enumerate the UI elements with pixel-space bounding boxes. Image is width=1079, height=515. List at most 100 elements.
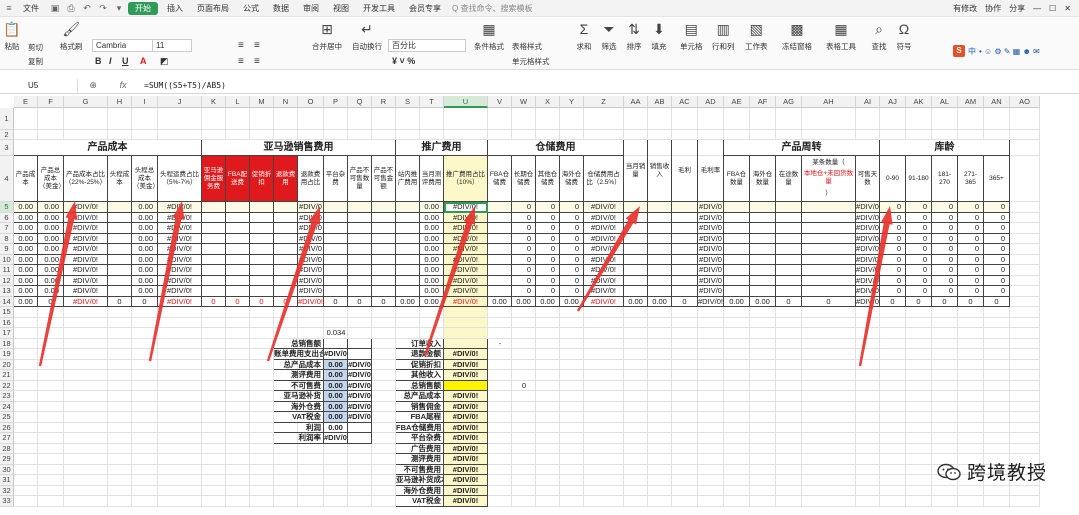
data-cell-m-5[interactable]: [250, 202, 274, 213]
data-cell-m-13[interactable]: [250, 286, 274, 297]
grid-cell[interactable]: [584, 130, 624, 140]
symbol-button[interactable]: Ω 符号: [895, 20, 913, 52]
data-cell-aj-7[interactable]: 0: [880, 223, 906, 234]
data-cell-l-10[interactable]: [226, 254, 250, 265]
grid-cell[interactable]: [1010, 485, 1040, 496]
grid-cell[interactable]: [648, 422, 672, 433]
data-cell-e-13[interactable]: 0.00: [14, 286, 38, 297]
data-cell-ad-12[interactable]: #DIV/0: [698, 275, 724, 286]
row-header-12[interactable]: 12: [0, 275, 14, 286]
data-cell-l-7[interactable]: [226, 223, 250, 234]
summary-left-label[interactable]: 总销售额: [274, 338, 324, 349]
grid-cell[interactable]: [958, 370, 984, 381]
row-header-27[interactable]: 27: [0, 433, 14, 444]
grid-cell[interactable]: [512, 401, 536, 412]
fill-color-icon[interactable]: ◩: [160, 56, 169, 67]
data-cell-h-7[interactable]: [108, 223, 132, 234]
data-cell-af-12[interactable]: [750, 275, 776, 286]
paste-button[interactable]: 📋 粘贴: [3, 20, 21, 52]
data-cell-q-13[interactable]: [348, 286, 372, 297]
grid-cell[interactable]: [698, 412, 724, 423]
grid-cell[interactable]: [776, 328, 802, 339]
summary-right-value[interactable]: #DIV/0!: [444, 443, 488, 454]
grid-cell[interactable]: [958, 317, 984, 328]
grid-cell[interactable]: [776, 412, 802, 423]
grid-cell[interactable]: [724, 464, 750, 475]
grid-cell[interactable]: [906, 485, 932, 496]
grid-cell[interactable]: [560, 475, 584, 486]
grid-cell[interactable]: [512, 338, 536, 349]
data-cell-h-10[interactable]: [108, 254, 132, 265]
grid-cell[interactable]: [202, 108, 226, 130]
data-cell-l-9[interactable]: [226, 244, 250, 255]
grid-cell[interactable]: [348, 328, 372, 339]
grid-cell[interactable]: [250, 485, 274, 496]
menu-home[interactable]: 开始: [128, 1, 158, 15]
data-cell-al-10[interactable]: 0: [932, 254, 958, 265]
col-title-w[interactable]: 长期仓储费: [512, 156, 536, 202]
data-cell-t-10[interactable]: 0.00: [420, 254, 444, 265]
grid-cell[interactable]: [776, 338, 802, 349]
grid-cell[interactable]: [880, 359, 906, 370]
data-cell-n-7[interactable]: [274, 223, 298, 234]
row-header-7[interactable]: 7: [0, 223, 14, 234]
grid-cell[interactable]: [324, 108, 348, 130]
grid-cell[interactable]: [108, 391, 132, 402]
grid-cell[interactable]: [132, 391, 158, 402]
grid-cell[interactable]: [724, 454, 750, 465]
data-cell-ah-9[interactable]: [802, 244, 856, 255]
data-cell-i-11[interactable]: 0.00: [132, 265, 158, 276]
data-cell-z-6[interactable]: #DIV/0!: [584, 212, 624, 223]
data-cell-k-7[interactable]: [202, 223, 226, 234]
cell-v18[interactable]: -: [488, 339, 512, 350]
grid-cell[interactable]: [880, 475, 906, 486]
grid-cell[interactable]: [64, 475, 108, 486]
column-header-ai[interactable]: AI: [856, 96, 880, 108]
summary-right-value[interactable]: #DIV/0!: [444, 433, 488, 444]
data-cell-ac-7[interactable]: [672, 223, 698, 234]
grid-cell[interactable]: [802, 317, 856, 328]
share-button[interactable]: 分享: [1009, 3, 1025, 14]
grid-cell[interactable]: [802, 433, 856, 444]
grid-cell[interactable]: [132, 328, 158, 339]
data-cell-ah-5[interactable]: [802, 202, 856, 213]
data-cell-m-8[interactable]: [250, 233, 274, 244]
data-cell-af-10[interactable]: [750, 254, 776, 265]
data-cell-n-12[interactable]: [274, 275, 298, 286]
grid-cell[interactable]: [724, 349, 750, 360]
row-header-19[interactable]: 19: [0, 349, 14, 360]
grid-cell[interactable]: [648, 317, 672, 328]
data-cell-w-7[interactable]: 0: [512, 223, 536, 234]
grid-cell[interactable]: [802, 370, 856, 381]
grid-cell[interactable]: [776, 454, 802, 465]
grid-cell[interactable]: [202, 391, 226, 402]
grid-cell[interactable]: [672, 391, 698, 402]
grid-cell[interactable]: [856, 443, 880, 454]
grid-cell[interactable]: [512, 317, 536, 328]
row-header-6[interactable]: 6: [0, 212, 14, 223]
grid-cell[interactable]: [698, 433, 724, 444]
data-cell-ad-8[interactable]: #DIV/0: [698, 233, 724, 244]
summary-right-label[interactable]: 总销售额: [396, 380, 444, 391]
total-cell-ah[interactable]: 0: [802, 296, 856, 307]
grid-cell[interactable]: [512, 349, 536, 360]
data-cell-i-5[interactable]: 0.00: [132, 202, 158, 213]
total-cell-l[interactable]: 0: [226, 296, 250, 307]
grid-cell[interactable]: [226, 401, 250, 412]
data-cell-i-6[interactable]: 0.00: [132, 212, 158, 223]
grid-cell[interactable]: [14, 370, 38, 381]
row-header-1[interactable]: 1: [0, 108, 14, 130]
data-cell-l-11[interactable]: [226, 265, 250, 276]
grid-cell[interactable]: [512, 454, 536, 465]
u-column-cell[interactable]: [444, 328, 488, 339]
grid-cell[interactable]: [584, 412, 624, 423]
column-header-j[interactable]: J: [158, 96, 202, 108]
data-cell-t-5[interactable]: 0.00: [420, 202, 444, 213]
grid-cell[interactable]: [856, 464, 880, 475]
grid-cell[interactable]: [1010, 443, 1040, 454]
grid-cell[interactable]: [776, 433, 802, 444]
grid-cell[interactable]: [372, 349, 396, 360]
data-cell-x-6[interactable]: 0: [536, 212, 560, 223]
data-cell-ak-7[interactable]: 0: [906, 223, 932, 234]
grid-cell[interactable]: [512, 496, 536, 507]
